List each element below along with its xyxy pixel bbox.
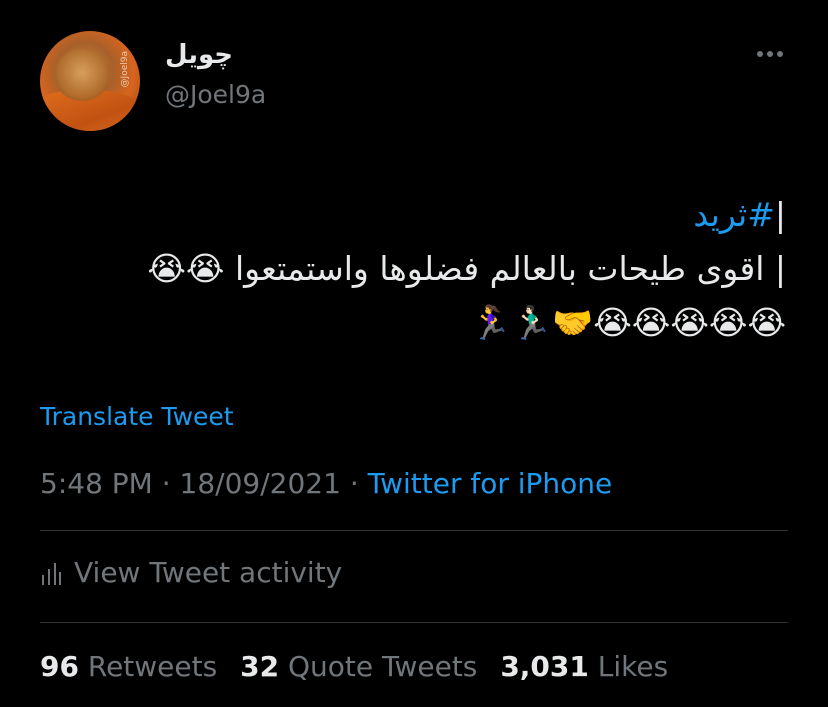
text-marker: | <box>774 195 786 234</box>
divider <box>40 530 788 531</box>
author-handle[interactable]: @Joel9a <box>165 80 266 109</box>
tweet-line-1: |#ثريد <box>46 188 786 242</box>
author-display-name[interactable]: چويل <box>165 40 233 70</box>
meta-separator-2: · <box>340 467 368 500</box>
quote-tweets-stat[interactable]: 32 Quote Tweets <box>240 650 477 683</box>
tweet-metadata: 5:48 PM · 18/09/2021 · Twitter for iPhon… <box>40 467 612 500</box>
retweets-label: Retweets <box>87 650 218 683</box>
retweets-count: 96 <box>40 650 79 683</box>
tweet-text: |#ثريد | اقوى طيحات بالعالم فضلوها واستم… <box>46 188 786 350</box>
more-horizontal-icon <box>757 51 763 57</box>
more-options-button[interactable] <box>752 42 788 66</box>
tweet-stats: 96 Retweets 32 Quote Tweets 3,031 Likes <box>40 650 668 683</box>
quote-tweets-label: Quote Tweets <box>287 650 478 683</box>
divider <box>40 622 788 623</box>
likes-label: Likes <box>597 650 669 683</box>
tweet-date[interactable]: 18/09/2021 <box>180 467 341 500</box>
tweet-time[interactable]: 5:48 PM <box>40 467 153 500</box>
view-tweet-activity-button[interactable]: View Tweet activity <box>40 556 342 589</box>
hashtag-link[interactable]: #ثريد <box>693 195 775 234</box>
meta-separator: · <box>152 467 180 500</box>
bar-chart-icon <box>42 562 61 585</box>
tweet-line-3: 😭😭😭😭😭🤝🏃🏻‍♂️🏃‍♀️ <box>469 303 786 342</box>
tweet-source-link[interactable]: Twitter for iPhone <box>368 467 613 500</box>
avatar-cat <box>54 49 110 101</box>
quote-tweets-count: 32 <box>240 650 280 683</box>
tweet-line-2: | اقوى طيحات بالعالم فضلوها واستمتعوا 😭😭 <box>147 249 786 288</box>
retweets-stat[interactable]: 96 Retweets <box>40 650 217 683</box>
likes-stat[interactable]: 3,031 Likes <box>500 650 668 683</box>
view-tweet-activity-label: View Tweet activity <box>74 556 343 589</box>
translate-tweet-link[interactable]: Translate Tweet <box>40 402 234 431</box>
avatar-watermark: @Joel9a <box>120 51 130 88</box>
tweet-author-avatar[interactable]: @Joel9a <box>40 31 140 131</box>
likes-count: 3,031 <box>500 650 589 683</box>
